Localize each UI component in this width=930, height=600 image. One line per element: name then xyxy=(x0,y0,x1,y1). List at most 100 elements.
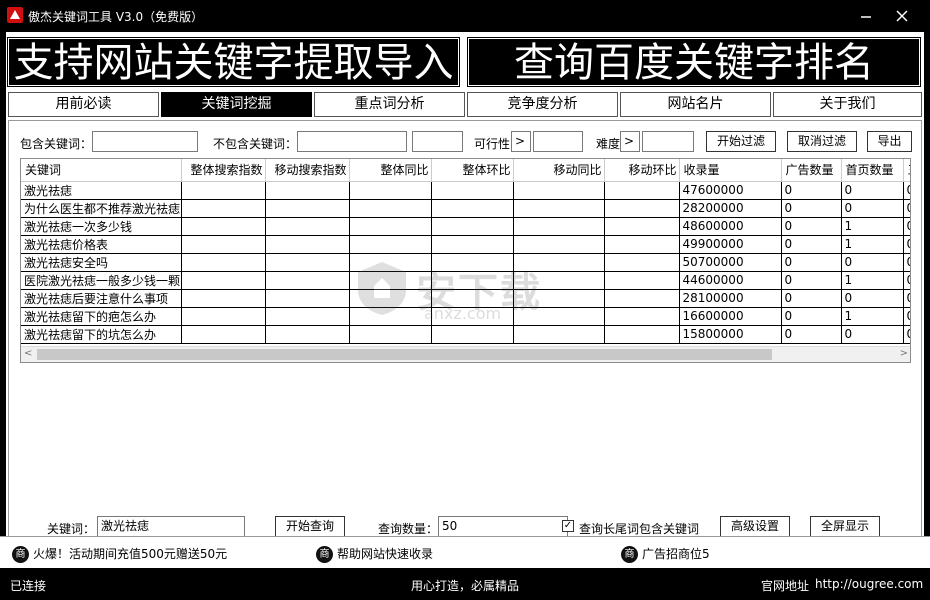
table-cell[interactable] xyxy=(513,325,605,344)
minimize-button[interactable] xyxy=(852,6,880,26)
column-header[interactable]: 关键词 xyxy=(21,159,182,182)
table-row[interactable]: 激光祛痣留下的坑怎么办15800000000 xyxy=(21,325,910,344)
query-keyword-input[interactable]: 激光祛痣 xyxy=(97,516,245,537)
query-count-input[interactable]: 50 xyxy=(438,516,568,537)
table-cell[interactable] xyxy=(181,271,266,290)
column-header[interactable]: 三 xyxy=(903,159,910,182)
table-cell[interactable] xyxy=(431,235,514,254)
table-cell[interactable]: 激光祛痣安全吗 xyxy=(21,253,182,272)
table-cell[interactable]: 1 xyxy=(841,217,904,236)
tab-about-us[interactable]: 关于我们 xyxy=(773,92,922,117)
table-cell[interactable]: 0 xyxy=(781,235,842,254)
close-button[interactable] xyxy=(880,2,924,30)
table-cell[interactable] xyxy=(265,271,350,290)
table-cell[interactable] xyxy=(181,181,266,200)
table-cell[interactable] xyxy=(604,289,680,308)
scrollbar-thumb[interactable] xyxy=(37,349,772,360)
column-header[interactable]: 整体搜索指数 xyxy=(181,159,266,182)
table-cell[interactable]: 0 xyxy=(903,325,910,344)
table-cell[interactable]: 50700000 xyxy=(679,253,782,272)
banner-import[interactable]: 支持网站关键字提取导入 xyxy=(7,37,460,87)
table-row[interactable]: 激光祛痣47600000000 xyxy=(21,181,910,200)
table-cell[interactable]: 0 xyxy=(903,289,910,308)
difficulty-operator-select[interactable]: > xyxy=(620,131,640,152)
table-cell[interactable] xyxy=(265,217,350,236)
advanced-settings-button[interactable]: 高级设置 xyxy=(720,516,790,537)
table-cell[interactable]: 0 xyxy=(781,307,842,326)
banner-baidu-rank[interactable]: 查询百度关键字排名 xyxy=(467,37,921,87)
table-cell[interactable]: 0 xyxy=(841,289,904,308)
export-button[interactable]: 导出 xyxy=(867,131,912,152)
table-cell[interactable] xyxy=(265,253,350,272)
table-cell[interactable] xyxy=(349,235,432,254)
table-cell[interactable]: 0 xyxy=(903,199,910,218)
table-cell[interactable]: 0 xyxy=(903,235,910,254)
feasibility-value-input[interactable] xyxy=(533,131,583,152)
table-cell[interactable] xyxy=(181,199,266,218)
tab-site-card[interactable]: 网站名片 xyxy=(620,92,771,117)
horizontal-scrollbar[interactable]: < > xyxy=(21,346,910,362)
table-cell[interactable] xyxy=(181,307,266,326)
table-cell[interactable]: 0 xyxy=(781,181,842,200)
table-cell[interactable]: 47600000 xyxy=(679,181,782,200)
table-cell[interactable]: 为什么医生都不推荐激光祛痣 xyxy=(21,199,182,218)
column-header[interactable]: 首页数量 xyxy=(841,159,904,182)
table-cell[interactable]: 激光祛痣留下的坑怎么办 xyxy=(21,325,182,344)
table-cell[interactable] xyxy=(431,325,514,344)
table-cell[interactable] xyxy=(181,235,266,254)
table-cell[interactable] xyxy=(265,199,350,218)
table-cell[interactable]: 激光祛痣一次多少钱 xyxy=(21,217,182,236)
table-cell[interactable] xyxy=(265,181,350,200)
table-cell[interactable]: 0 xyxy=(903,307,910,326)
column-header[interactable]: 移动搜索指数 xyxy=(265,159,350,182)
table-cell[interactable]: 激光祛痣留下的疤怎么办 xyxy=(21,307,182,326)
table-cell[interactable] xyxy=(181,253,266,272)
difficulty-value-input[interactable] xyxy=(642,131,694,152)
table-cell[interactable] xyxy=(181,325,266,344)
table-cell[interactable]: 15800000 xyxy=(679,325,782,344)
table-cell[interactable]: 16600000 xyxy=(679,307,782,326)
fullscreen-button[interactable]: 全屏显示 xyxy=(810,516,880,537)
table-cell[interactable] xyxy=(513,217,605,236)
table-cell[interactable] xyxy=(604,271,680,290)
column-header[interactable]: 收录量 xyxy=(679,159,782,182)
start-filter-button[interactable]: 开始过滤 xyxy=(706,131,776,152)
table-cell[interactable]: 激光祛痣后要注意什么事项 xyxy=(21,289,182,308)
include-keyword-input[interactable] xyxy=(92,131,198,152)
tab-competition-analysis[interactable]: 竞争度分析 xyxy=(467,92,618,117)
table-cell[interactable] xyxy=(604,325,680,344)
table-cell[interactable]: 0 xyxy=(903,217,910,236)
table-cell[interactable] xyxy=(431,181,514,200)
exclude-keyword-input[interactable] xyxy=(297,131,407,152)
table-cell[interactable]: 0 xyxy=(903,253,910,272)
table-cell[interactable]: 1 xyxy=(841,235,904,254)
ad-item-slot[interactable]: 商广告招商位5 xyxy=(621,545,710,563)
table-cell[interactable] xyxy=(604,217,680,236)
table-cell[interactable] xyxy=(349,325,432,344)
table-cell[interactable]: 0 xyxy=(841,199,904,218)
table-cell[interactable] xyxy=(181,289,266,308)
table-cell[interactable] xyxy=(265,289,350,308)
scroll-right-icon[interactable]: > xyxy=(900,348,908,359)
table-cell[interactable]: 28200000 xyxy=(679,199,782,218)
table-row[interactable]: 为什么医生都不推荐激光祛痣28200000000 xyxy=(21,199,910,218)
table-cell[interactable]: 0 xyxy=(841,253,904,272)
table-cell[interactable] xyxy=(604,199,680,218)
table-cell[interactable]: 1 xyxy=(841,307,904,326)
table-row[interactable]: 激光祛痣价格表49900000010 xyxy=(21,235,910,254)
ad-item-indexing[interactable]: 商帮助网站快速收录 xyxy=(316,545,433,563)
column-header[interactable]: 移动环比 xyxy=(604,159,680,182)
cancel-filter-button[interactable]: 取消过滤 xyxy=(787,131,857,152)
table-cell[interactable]: 0 xyxy=(903,271,910,290)
table-cell[interactable] xyxy=(513,181,605,200)
ad-item-recharge[interactable]: 商火爆！活动期间充值500元赠送50元 xyxy=(12,545,227,563)
table-cell[interactable] xyxy=(431,199,514,218)
table-cell[interactable]: 激光祛痣 xyxy=(21,181,182,200)
table-cell[interactable] xyxy=(604,253,680,272)
table-cell[interactable]: 0 xyxy=(781,253,842,272)
table-cell[interactable] xyxy=(265,235,350,254)
table-cell[interactable]: 激光祛痣价格表 xyxy=(21,235,182,254)
table-cell[interactable]: 0 xyxy=(781,199,842,218)
column-header[interactable]: 广告数量 xyxy=(781,159,842,182)
table-cell[interactable] xyxy=(349,181,432,200)
